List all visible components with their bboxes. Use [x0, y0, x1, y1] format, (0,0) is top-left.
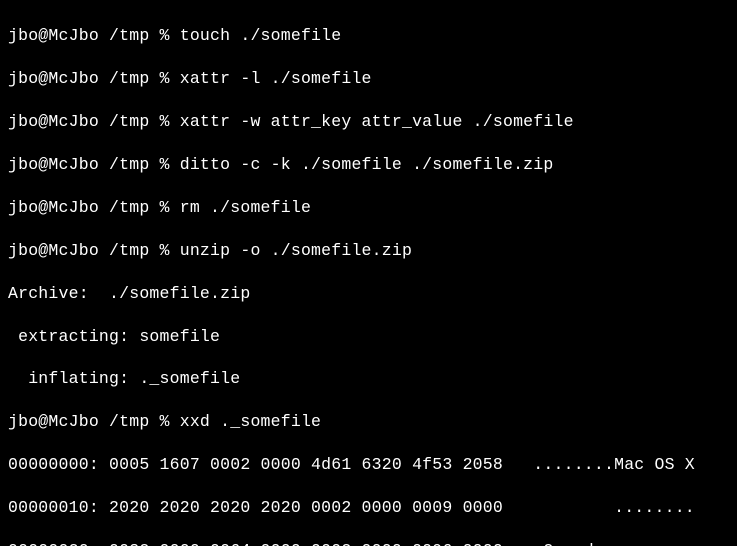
cmd-line: jbo@McJbo /tmp % xxd ._somefile [8, 411, 729, 432]
hexdump-row: 00000010: 2020 2020 2020 2020 0002 0000 … [8, 497, 729, 518]
prompt: jbo@McJbo /tmp % ditto -c -k ./somefile … [8, 155, 554, 174]
prompt: jbo@McJbo /tmp % xattr -l ./somefile [8, 69, 372, 88]
terminal-output: jbo@McJbo /tmp % touch ./somefile jbo@Mc… [0, 0, 737, 546]
cmd-line: jbo@McJbo /tmp % rm ./somefile [8, 197, 729, 218]
prompt: jbo@McJbo /tmp % unzip -o ./somefile.zip [8, 241, 412, 260]
output-line: Archive: ./somefile.zip [8, 283, 729, 304]
output-line: extracting: somefile [8, 326, 729, 347]
prompt: jbo@McJbo /tmp % xattr -w attr_key attr_… [8, 112, 574, 131]
output-line: inflating: ._somefile [8, 368, 729, 389]
cmd-line: jbo@McJbo /tmp % ditto -c -k ./somefile … [8, 154, 729, 175]
hexdump-row: 00000000: 0005 1607 0002 0000 4d61 6320 … [8, 454, 729, 475]
hexdump-row: 00000020: 0032 0000 0064 0000 0002 0000 … [8, 540, 729, 546]
prompt: jbo@McJbo /tmp % rm ./somefile [8, 198, 311, 217]
prompt: jbo@McJbo /tmp % touch ./somefile [8, 26, 341, 45]
cmd-line: jbo@McJbo /tmp % unzip -o ./somefile.zip [8, 240, 729, 261]
prompt: jbo@McJbo /tmp % xxd ._somefile [8, 412, 321, 431]
cmd-line: jbo@McJbo /tmp % touch ./somefile [8, 25, 729, 46]
cmd-line: jbo@McJbo /tmp % xattr -w attr_key attr_… [8, 111, 729, 132]
cmd-line: jbo@McJbo /tmp % xattr -l ./somefile [8, 68, 729, 89]
